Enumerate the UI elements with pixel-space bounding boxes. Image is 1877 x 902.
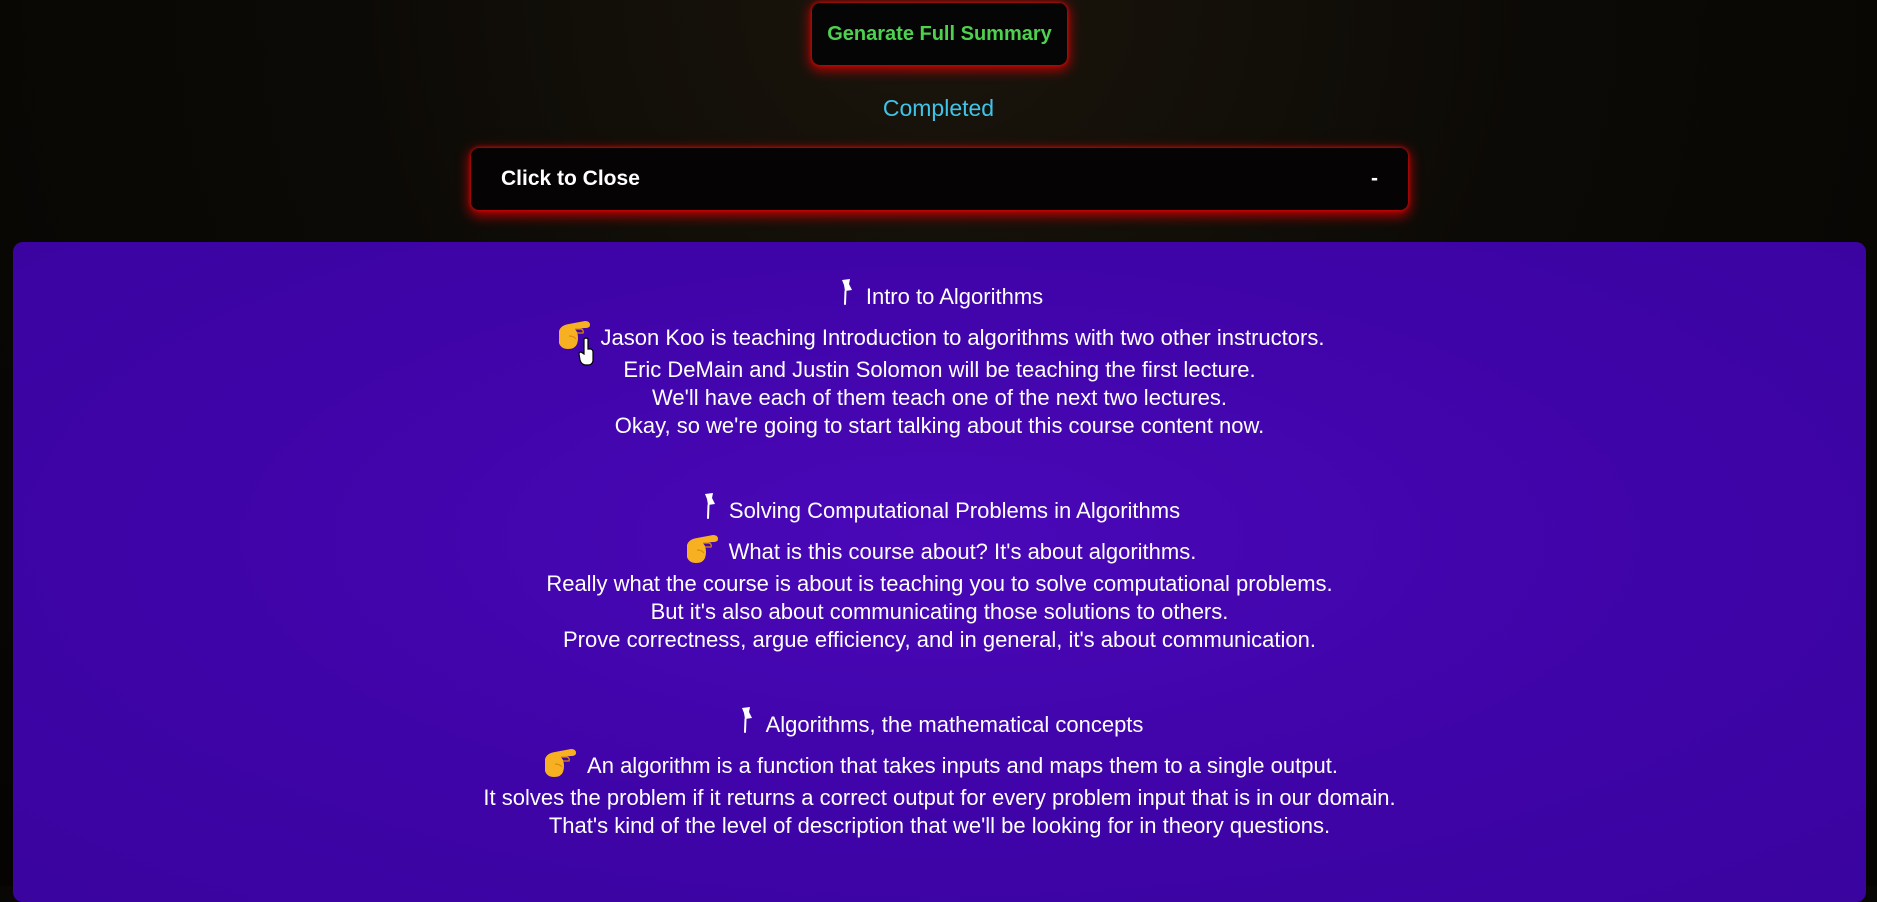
pushpin-icon xyxy=(704,493,715,519)
section-title: Algorithms, the mathematical concepts xyxy=(13,707,1866,742)
summary-section: Intro to Algorithms Jason Koo is teachin… xyxy=(13,279,1866,440)
collapse-toggle-bar[interactable]: Click to Close - xyxy=(471,148,1408,210)
summary-panel: Intro to Algorithms Jason Koo is teachin… xyxy=(13,242,1866,902)
paragraph-first-line: What is this course about? It's about al… xyxy=(13,534,1866,570)
pointing-hand-icon xyxy=(686,535,718,563)
paragraph-line: Eric DeMain and Justin Solomon will be t… xyxy=(623,357,1256,382)
paragraph-line: But it's also about communicating those … xyxy=(650,599,1229,624)
summary-section: Algorithms, the mathematical concepts An… xyxy=(13,707,1866,840)
paragraph-line: We'll have each of them teach one of the… xyxy=(652,385,1227,410)
hand-cursor-icon xyxy=(578,337,594,366)
paragraph-line: It solves the problem if it returns a co… xyxy=(483,785,1396,810)
paragraph-line: What is this course about? It's about al… xyxy=(728,539,1197,564)
section-paragraph: What is this course about? It's about al… xyxy=(13,534,1866,654)
summary-section: Solving Computational Problems in Algori… xyxy=(13,493,1866,654)
paragraph-line: Prove correctness, argue efficiency, and… xyxy=(562,627,1316,652)
section-paragraph: Jason Koo is teaching Introduction to al… xyxy=(13,320,1866,440)
status-text: Completed xyxy=(882,95,995,121)
collapse-indicator: - xyxy=(1371,167,1378,190)
pointing-hand-icon xyxy=(545,749,577,777)
paragraph-first-line: An algorithm is a function that takes in… xyxy=(13,748,1866,784)
paragraph-line: Jason Koo is teaching Introduction to al… xyxy=(600,325,1325,350)
paragraph-line: Really what the course is about is teach… xyxy=(546,571,1333,596)
section-title: Intro to Algorithms xyxy=(13,279,1866,314)
generate-summary-button[interactable]: Genarate Full Summary xyxy=(812,3,1067,65)
pushpin-icon xyxy=(841,279,852,305)
paragraph-line: Okay, so we're going to start talking ab… xyxy=(614,413,1265,438)
paragraph-line: That's kind of the level of description … xyxy=(548,813,1331,838)
paragraph-first-line: Jason Koo is teaching Introduction to al… xyxy=(13,320,1866,356)
paragraph-line: An algorithm is a function that takes in… xyxy=(587,753,1338,778)
collapse-label: Click to Close xyxy=(501,167,640,190)
section-title-text: Solving Computational Problems in Algori… xyxy=(728,498,1181,523)
section-title-text: Intro to Algorithms xyxy=(865,284,1044,309)
header-area: Genarate Full Summary Completed Click to… xyxy=(0,0,1877,242)
section-paragraph: An algorithm is a function that takes in… xyxy=(13,748,1866,840)
pushpin-icon xyxy=(741,707,752,733)
section-title-text: Algorithms, the mathematical concepts xyxy=(765,712,1144,737)
section-title: Solving Computational Problems in Algori… xyxy=(13,493,1866,528)
